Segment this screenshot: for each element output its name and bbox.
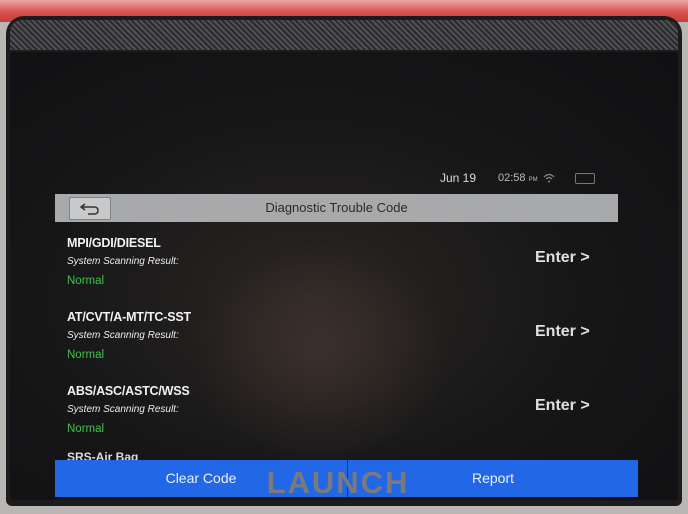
brand-logo: LAUNCH	[266, 465, 410, 500]
system-row-at-cvt[interactable]: AT/CVT/A-MT/TC-SST System Scanning Resul…	[55, 296, 618, 368]
system-name: ABS/ASC/ASTC/WSS	[67, 384, 190, 398]
status-time-value: 02:58	[498, 172, 526, 184]
system-list: MPI/GDI/DIESEL System Scanning Result: N…	[55, 222, 618, 460]
page-title: Diagnostic Trouble Code	[265, 200, 408, 215]
battery-icon	[575, 173, 595, 184]
enter-button[interactable]: Enter >	[535, 323, 590, 341]
wifi-icon	[543, 173, 555, 183]
enter-button[interactable]: Enter >	[535, 249, 590, 267]
system-row-srs-partial[interactable]: SRS-Air Bag	[67, 450, 138, 460]
status-meridiem: PM	[528, 177, 538, 183]
system-row-mpi-gdi-diesel[interactable]: MPI/GDI/DIESEL System Scanning Result: N…	[55, 222, 618, 294]
enter-button[interactable]: Enter >	[535, 397, 590, 415]
scan-result-label: System Scanning Result:	[67, 404, 179, 415]
scan-result-status: Normal	[67, 423, 105, 435]
scan-result-label: System Scanning Result:	[67, 330, 179, 341]
scan-result-status: Normal	[67, 349, 105, 361]
system-name: AT/CVT/A-MT/TC-SST	[67, 310, 191, 324]
system-row-abs-asc[interactable]: ABS/ASC/ASTC/WSS System Scanning Result:…	[55, 370, 618, 442]
scan-result-status: Normal	[67, 275, 105, 287]
scan-result-label: System Scanning Result:	[67, 256, 179, 267]
tablet-screen: Jun 19 02:58 PM Diagnostic Trouble Code …	[10, 52, 678, 500]
status-date: Jun 19	[440, 171, 477, 185]
title-bar: Diagnostic Trouble Code	[55, 194, 618, 222]
system-name: MPI/GDI/DIESEL	[67, 236, 161, 250]
status-bar: Jun 19 02:58 PM	[10, 168, 630, 190]
status-time: 02:58 PM	[498, 172, 538, 184]
device-grip-texture	[10, 20, 678, 50]
